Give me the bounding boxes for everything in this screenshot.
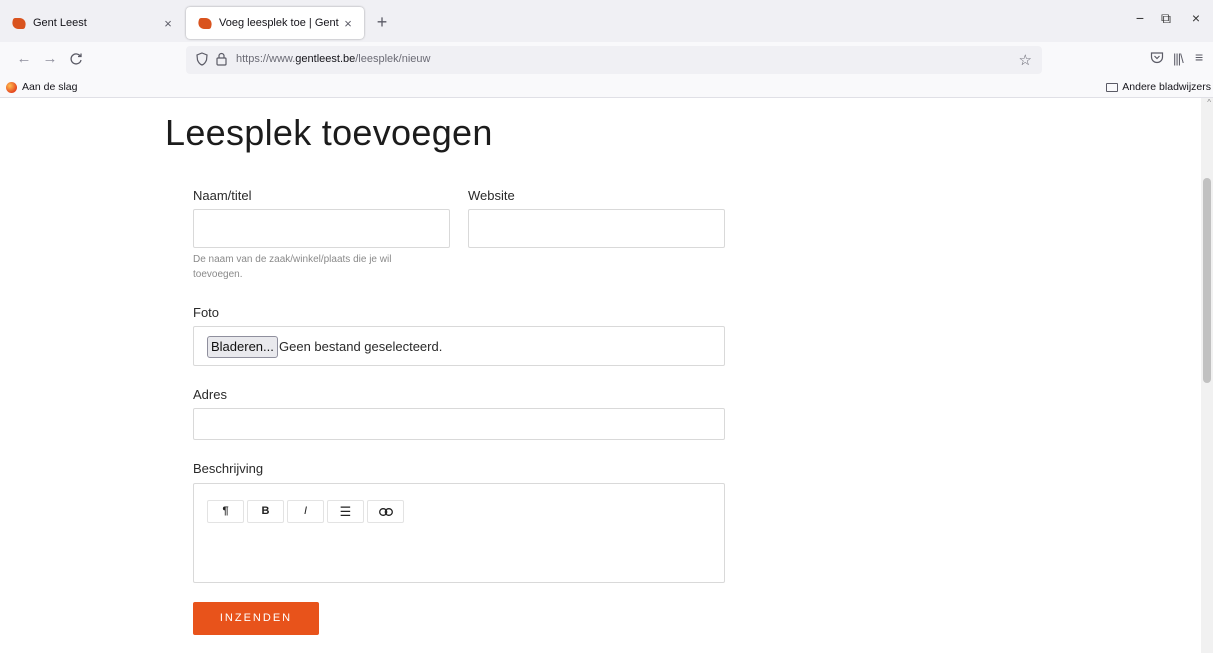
- description-label: Beschrijving: [193, 461, 264, 476]
- tab-close-icon[interactable]: ×: [340, 16, 356, 31]
- page-title: Leesplek toevoegen: [165, 112, 493, 153]
- tab-close-icon[interactable]: ×: [160, 16, 176, 31]
- italic-button[interactable]: I: [287, 500, 324, 523]
- browse-button[interactable]: Bladeren...: [207, 336, 278, 358]
- address-bar[interactable]: https://www.gentleest.be/leesplek/nieuw …: [186, 46, 1042, 74]
- url-text[interactable]: https://www.gentleest.be/leesplek/nieuw: [236, 53, 430, 65]
- new-tab-button[interactable]: +: [372, 12, 392, 32]
- website-label: Website: [468, 188, 515, 203]
- address-input[interactable]: [193, 408, 725, 440]
- folder-icon: [1106, 82, 1119, 92]
- back-button[interactable]: ←: [14, 50, 34, 67]
- scrollbar[interactable]: ^: [1201, 98, 1213, 653]
- bookmark-aan-de-slag[interactable]: Aan de slag: [6, 81, 77, 93]
- tab-gent-leest[interactable]: Gent Leest ×: [0, 7, 184, 39]
- bookmark-other-folder[interactable]: Andere bladwijzers: [1106, 81, 1211, 93]
- reload-icon: [70, 53, 82, 65]
- page-content: Leesplek toevoegen Naam/titel De naam va…: [0, 98, 1213, 653]
- tab-title: Gent Leest: [33, 17, 87, 29]
- name-input[interactable]: [193, 209, 450, 248]
- firefox-icon: [6, 81, 17, 93]
- scrollbar-thumb[interactable]: [1203, 178, 1211, 383]
- name-help-text: De naam van de zaak/winkel/plaats die je…: [193, 254, 392, 280]
- gent-leest-favicon-icon: [10, 17, 28, 29]
- tab-voeg-leesplek-toe[interactable]: Voeg leesplek toe | Gent Leest ×: [186, 7, 364, 39]
- lock-icon[interactable]: [216, 52, 227, 69]
- bookmark-label: Andere bladwijzers: [1122, 81, 1211, 93]
- bold-button[interactable]: B: [247, 500, 284, 523]
- forward-button[interactable]: →: [40, 50, 60, 67]
- reload-button[interactable]: [66, 50, 86, 70]
- pocket-icon[interactable]: [1150, 51, 1164, 67]
- address-label: Adres: [193, 387, 227, 402]
- navigation-toolbar: ← → https://www.gentleest.be/leesplek/ni…: [0, 42, 1213, 78]
- tab-strip: Gent Leest × Voeg leesplek toe | Gent Le…: [0, 0, 1213, 42]
- photo-label: Foto: [193, 305, 220, 320]
- photo-file-input[interactable]: Bladeren... Geen bestand geselecteerd.: [193, 326, 725, 366]
- star-icon[interactable]: ☆: [1019, 51, 1032, 69]
- close-window-button[interactable]: ×: [1185, 10, 1207, 26]
- hamburger-menu-icon[interactable]: ≡: [1195, 49, 1203, 65]
- scroll-up-icon[interactable]: ^: [1207, 98, 1211, 107]
- minimize-button[interactable]: −: [1129, 10, 1151, 26]
- name-label: Naam/titel: [193, 188, 252, 203]
- website-input[interactable]: [468, 209, 725, 248]
- link-icon: [378, 508, 393, 516]
- shield-icon[interactable]: [196, 52, 208, 69]
- paragraph-button[interactable]: ¶: [207, 500, 244, 523]
- submit-button[interactable]: INZENDEN: [193, 602, 319, 635]
- library-icon[interactable]: |||\: [1173, 51, 1184, 66]
- file-status-text: Geen bestand geselecteerd.: [279, 339, 443, 354]
- link-button[interactable]: [367, 500, 404, 523]
- restore-button[interactable]: ⧉: [1155, 10, 1177, 27]
- tab-title: Voeg leesplek toe | Gent Leest: [219, 17, 340, 29]
- bookmarks-toolbar: Aan de slag Andere bladwijzers: [0, 78, 1213, 98]
- bookmark-label: Aan de slag: [22, 81, 78, 93]
- bullet-list-button[interactable]: ☰: [327, 500, 364, 523]
- description-editor[interactable]: ¶ B I ☰: [193, 483, 725, 583]
- gent-leest-favicon-icon: [196, 17, 214, 29]
